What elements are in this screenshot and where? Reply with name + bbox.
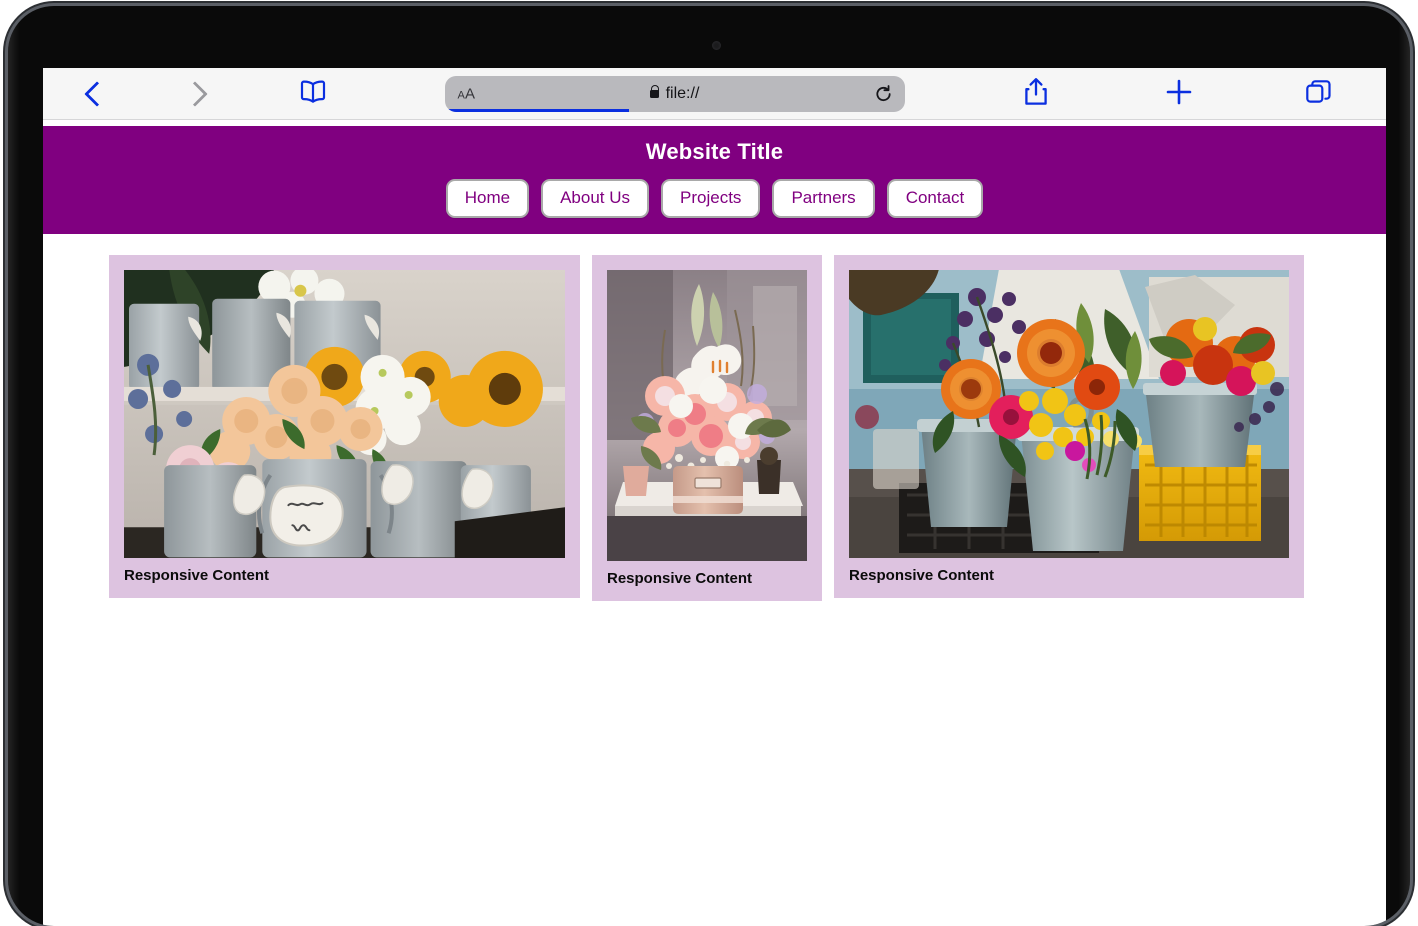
bookmarks-button[interactable] — [243, 68, 383, 120]
tablet-device-frame: AA file:// Website Title Home About Us P… — [8, 6, 1410, 926]
forward-button[interactable] — [143, 68, 243, 120]
chevron-right-icon — [186, 81, 201, 107]
card-image-autumn-buckets — [849, 269, 1289, 558]
browser-viewport: AA file:// Website Title Home About Us P… — [43, 68, 1386, 926]
url-display: file:// — [445, 84, 905, 103]
site-navigation: Home About Us Projects Partners Contact — [43, 179, 1386, 218]
nav-item-about-us[interactable]: About Us — [541, 179, 650, 218]
tabs-button[interactable] — [1251, 68, 1386, 120]
card-caption: Responsive Content — [607, 569, 753, 587]
content-card[interactable]: Responsive Content — [592, 254, 822, 601]
tabs-icon — [1305, 78, 1332, 110]
browser-toolbar: AA file:// — [43, 68, 1386, 120]
flower-market-illustration — [124, 269, 565, 558]
book-icon — [298, 79, 328, 109]
address-bar-container: AA file:// — [383, 68, 966, 120]
text-size-icon[interactable]: AA — [458, 86, 476, 103]
content-card[interactable]: Responsive Content — [109, 254, 580, 598]
page-title: Website Title — [645, 139, 784, 164]
camera-dot — [712, 41, 721, 50]
site-header: Website Title Home About Us Projects Par… — [43, 126, 1386, 234]
rose-bouquet-illustration — [607, 269, 807, 561]
nav-item-home[interactable]: Home — [445, 179, 530, 218]
card-caption: Responsive Content — [124, 566, 270, 584]
lock-icon — [649, 84, 659, 98]
plus-icon — [1165, 78, 1193, 111]
address-bar[interactable]: AA file:// — [444, 76, 905, 112]
share-button[interactable] — [966, 68, 1106, 120]
responsive-card-row: Responsive Content Responsive Content Re… — [43, 254, 1386, 601]
autumn-bouquet-illustration — [849, 269, 1289, 558]
toolbar-divider — [43, 119, 1386, 120]
card-image-rose-bouquet — [607, 269, 807, 561]
card-caption: Responsive Content — [849, 566, 995, 584]
share-icon — [1023, 77, 1049, 112]
nav-item-contact[interactable]: Contact — [886, 179, 984, 218]
back-button[interactable] — [43, 68, 143, 120]
reload-icon[interactable] — [874, 85, 893, 104]
card-image-flower-market — [124, 269, 565, 558]
page-content: Responsive Content Responsive Content Re… — [43, 233, 1386, 915]
text-size-small-a: A — [457, 89, 466, 102]
nav-item-projects[interactable]: Projects — [661, 179, 761, 218]
content-card[interactable]: Responsive Content — [834, 254, 1304, 598]
nav-item-partners[interactable]: Partners — [772, 179, 875, 218]
chevron-left-icon — [86, 81, 101, 107]
url-text: file:// — [665, 85, 700, 102]
new-tab-button[interactable] — [1106, 68, 1251, 120]
page-load-progress-bar — [444, 109, 629, 112]
